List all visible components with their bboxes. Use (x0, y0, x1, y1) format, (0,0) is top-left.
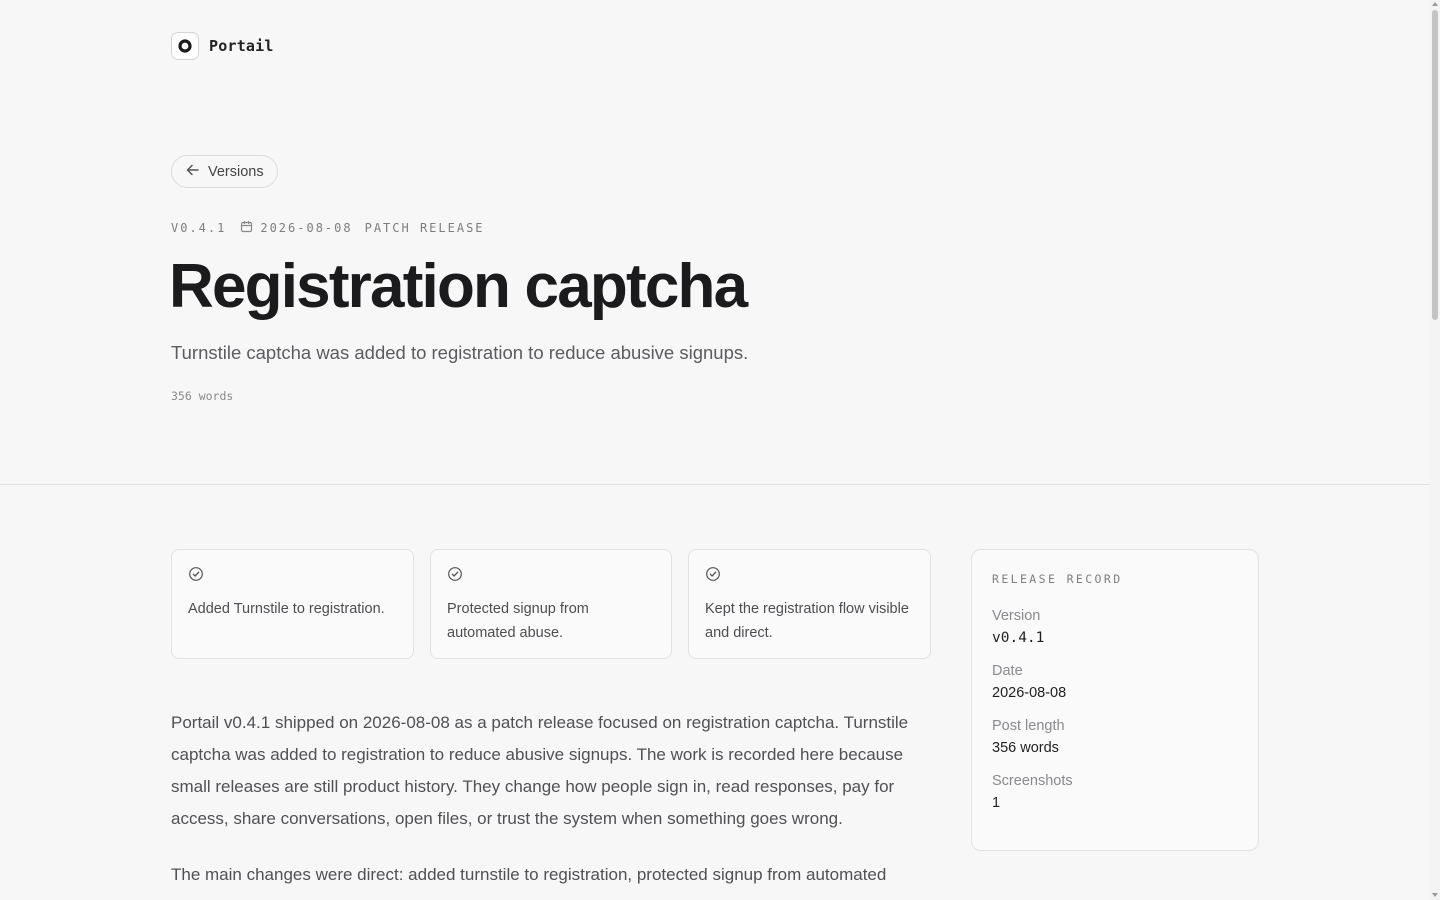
highlight-text: Kept the registration flow visible and d… (705, 601, 909, 641)
record-value: 2026-08-08 (992, 685, 1067, 701)
record-row-date: Date 2026-08-08 (992, 663, 1238, 701)
record-row-screenshots: Screenshots 1 (992, 773, 1238, 811)
record-row-post-length: Post length 356 words (992, 718, 1238, 756)
ring-logo-icon (171, 32, 199, 60)
release-record-title: RELEASE RECORD (992, 572, 1123, 586)
post-date-group: 2026-08-08 (240, 220, 352, 236)
page-scrollbar[interactable] (1430, 0, 1440, 900)
brand[interactable]: Portail (171, 32, 274, 60)
page-subtitle: Turnstile captcha was added to registrat… (171, 342, 749, 363)
check-circle-icon (447, 566, 655, 587)
highlight-text: Protected signup from automated abuse. (447, 601, 589, 641)
arrow-left-icon (186, 164, 199, 180)
record-row-version: Version v0.4.1 (992, 608, 1238, 646)
header-divider (0, 484, 1430, 485)
post-kind: PATCH RELEASE (364, 221, 485, 235)
back-button-label: Versions (208, 163, 264, 180)
word-count: 356 words (171, 389, 234, 403)
record-label: Post length (992, 718, 1065, 734)
release-page: Portail Versions V0.4.1 2026-08-08 PATCH… (0, 0, 1440, 900)
post-date: 2026-08-08 (260, 221, 353, 235)
post-meta: V0.4.1 2026-08-08 PATCH RELEASE (171, 220, 485, 236)
highlight-card: Added Turnstile to registration. (171, 549, 414, 659)
record-value: 1 (992, 795, 1001, 811)
highlight-card: Protected signup from automated abuse. (430, 549, 672, 659)
highlight-card: Kept the registration flow visible and d… (688, 549, 931, 659)
body-paragraph: The main changes were direct: added turn… (171, 865, 887, 884)
body-paragraph: Portail v0.4.1 shipped on 2026-08-08 as … (171, 713, 909, 828)
scrollbar-thumb[interactable] (1432, 10, 1438, 320)
highlight-text: Added Turnstile to registration. (188, 601, 385, 617)
release-record-panel: RELEASE RECORD Version v0.4.1 Date 2026-… (971, 549, 1259, 851)
record-label: Version (992, 608, 1041, 624)
page-title: Registration captcha (169, 252, 748, 321)
record-value: v0.4.1 (992, 630, 1045, 646)
calendar-icon (240, 220, 253, 236)
record-value: 356 words (992, 740, 1059, 756)
scroll-up-arrow-icon[interactable] (1432, 2, 1438, 6)
check-circle-icon (188, 566, 397, 587)
back-to-versions-button[interactable]: Versions (171, 155, 278, 188)
record-label: Screenshots (992, 773, 1073, 789)
check-circle-icon (705, 566, 914, 587)
scroll-down-arrow-icon[interactable] (1432, 893, 1438, 897)
brand-name: Portail (209, 37, 274, 55)
record-label: Date (992, 663, 1023, 679)
post-version: V0.4.1 (171, 221, 227, 235)
